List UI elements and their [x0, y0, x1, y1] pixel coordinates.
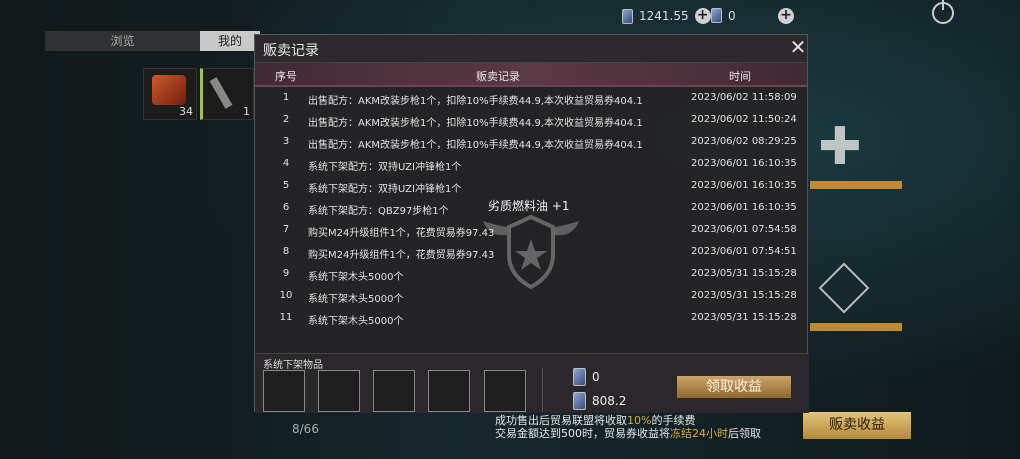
col-time: 时间 — [729, 70, 751, 83]
tool-item-icon — [209, 77, 233, 109]
currency-value: 1241.55 — [639, 9, 689, 23]
add-button[interactable]: + — [778, 8, 794, 24]
tab-bar: 浏览 我的 — [45, 31, 260, 51]
item-gain-toast: 劣质燃料油 +1 — [488, 199, 570, 213]
delisted-items-label: 系统下架物品 — [263, 360, 323, 371]
currency-secondary: 0 — [711, 8, 736, 23]
fuel-item-icon — [152, 75, 186, 105]
sales-record-dialog: 贩卖记录 ✕ 序号 贩卖记录 时间 1 出售配方：AKM改装步枪1个，扣除10%手… — [254, 34, 809, 413]
card-icon — [711, 8, 722, 23]
ticket-icon — [573, 392, 586, 410]
add-currency-button[interactable]: + — [694, 8, 711, 24]
item-slot[interactable] — [484, 370, 526, 412]
table-header: 序号 贩卖记录 时间 — [255, 63, 807, 87]
income-card: 0 — [573, 368, 600, 386]
item-count: 1 — [243, 105, 250, 118]
col-record: 贩卖记录 — [476, 70, 520, 83]
tab-browse[interactable]: 浏览 — [45, 31, 200, 51]
table-row: 8 购买M24升级组件1个，花费贸易券97.43 2023/06/01 07:54:… — [282, 246, 797, 261]
page-indicator: 8/66 — [292, 422, 319, 436]
currency-trade-ticket: 1241.55 + — [622, 8, 711, 24]
tab-mine[interactable]: 我的 — [200, 31, 260, 51]
divider — [542, 368, 543, 412]
card-icon — [573, 368, 586, 386]
table-row: 11 系统下架木头5000个 2023/05/31 15:15:28 — [279, 312, 797, 327]
inventory-item[interactable]: 34 — [143, 68, 197, 120]
inventory-item[interactable]: 1 — [200, 68, 254, 120]
table-row: 1 出售配方：AKM改装步枪1个，扣除10%手续费44.9,本次收益贸易券404.… — [282, 92, 797, 107]
col-index: 序号 — [275, 70, 297, 83]
item-slot[interactable] — [373, 370, 415, 412]
table-row: 10 系统下架木头5000个 2023/05/31 15:15:28 — [279, 290, 797, 305]
dialog-title: 贩卖记录 — [263, 43, 319, 59]
divider — [810, 323, 902, 331]
income-card-value: 0 — [592, 370, 600, 384]
close-icon[interactable]: ✕ — [789, 37, 807, 57]
item-slot[interactable] — [428, 370, 470, 412]
divider — [810, 181, 902, 189]
item-slot[interactable] — [318, 370, 360, 412]
delisted-items-panel: 系统下架物品 0 808.2 领取收益 — [255, 353, 809, 413]
inventory-list: 34 1 — [143, 68, 254, 120]
table-row: 4 系统下架配方：双持UZI冲锋枪1个 2023/06/01 16:10:35 — [282, 158, 797, 173]
power-icon[interactable] — [932, 0, 954, 24]
table-row: 5 系统下架配方：双持UZI冲锋枪1个 2023/06/01 16:10:35 — [282, 180, 797, 195]
plus-icon: ✚ — [818, 117, 862, 177]
item-slot[interactable] — [263, 370, 305, 412]
sell-income-button[interactable]: 贩卖收益 — [803, 412, 911, 439]
dialog-header: 贩卖记录 ✕ — [255, 35, 807, 63]
table-row: 9 系统下架木头5000个 2023/05/31 15:15:28 — [282, 268, 797, 283]
table-row: 2 出售配方：AKM改装步枪1个，扣除10%手续费44.9,本次收益贸易券404.… — [282, 114, 797, 129]
table-row: 3 出售配方：AKM改装步枪1个，扣除10%手续费44.9,本次收益贸易券404.… — [282, 136, 797, 151]
table-row: 7 购买M24升级组件1个，花费贸易券97.43 2023/06/01 07:54:… — [282, 224, 797, 239]
currency-value: 0 — [728, 8, 736, 23]
income-ticket: 808.2 — [573, 392, 626, 410]
ticket-icon — [622, 8, 633, 24]
top-bar: 1241.55 + 0 + — [0, 0, 1020, 32]
record-list[interactable]: 1 出售配方：AKM改装步枪1个，扣除10%手续费44.9,本次收益贸易券404.… — [255, 87, 807, 339]
fee-notice: 成功售出后贸易联盟将收取10%的手续费 交易金额达到500时，贸易券收益将冻结2… — [495, 414, 761, 440]
income-ticket-value: 808.2 — [592, 394, 627, 408]
claim-income-button[interactable]: 领取收益 — [677, 376, 791, 398]
item-count: 34 — [179, 105, 193, 118]
